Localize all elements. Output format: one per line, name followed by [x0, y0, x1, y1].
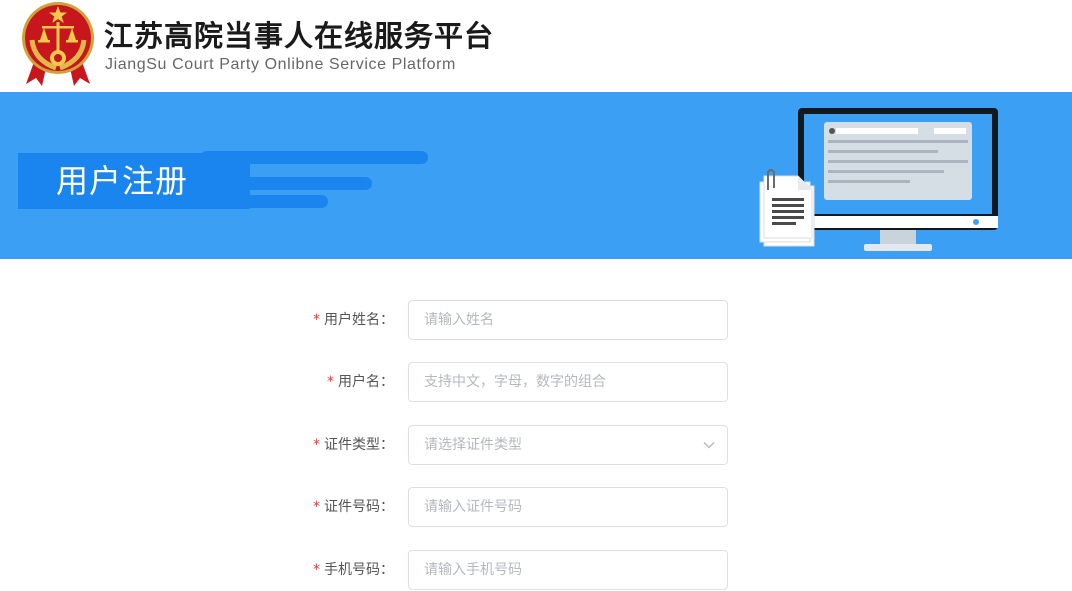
form-row-id-type: * 证件类型： 请选择证件类型: [0, 425, 1072, 465]
site-header: 江苏高院当事人在线服务平台 JiangSu Court Party Onlibn…: [0, 0, 1072, 92]
username-input[interactable]: [408, 362, 728, 402]
required-mark: *: [313, 312, 320, 328]
court-emblem-icon: [22, 2, 94, 86]
registration-form: *用户姓名： *用户名： *证件类型： 请选择证件类型 *证件号码： *手机号码…: [0, 259, 1072, 591]
computer-document-illustration-icon: [759, 108, 998, 251]
page-banner: 用户注册: [0, 92, 1072, 259]
field-label-phone: * 手机号码：: [313, 562, 394, 578]
field-label-name: * 用户姓名：: [313, 312, 394, 328]
required-mark: *: [327, 374, 334, 390]
id-type-select[interactable]: 请选择证件类型: [408, 425, 728, 465]
required-mark: *: [313, 499, 320, 515]
form-row-phone: * 手机号码：: [0, 550, 1072, 590]
field-label-username: * 用户名：: [327, 374, 394, 390]
phone-input[interactable]: [408, 550, 728, 590]
required-mark: *: [313, 437, 320, 453]
name-input[interactable]: [408, 300, 728, 340]
chevron-down-icon: [703, 442, 715, 449]
page-title: 用户注册: [56, 162, 189, 200]
form-row-id-number: * 证件号码：: [0, 487, 1072, 527]
required-mark: *: [313, 562, 320, 578]
site-title: 江苏高院当事人在线服务平台: [104, 19, 495, 53]
field-label-id-type: * 证件类型：: [313, 437, 394, 453]
field-label-id-number: * 证件号码：: [313, 499, 394, 515]
banner-title-tab: 用户注册: [18, 153, 250, 209]
id-type-placeholder: 请选择证件类型: [424, 437, 522, 453]
id-number-input[interactable]: [408, 487, 728, 527]
form-row-username: * 用户名：: [0, 362, 1072, 402]
form-row-name: * 用户姓名：: [0, 300, 1072, 340]
site-subtitle: JiangSu Court Party Onlibne Service Plat…: [105, 56, 456, 73]
